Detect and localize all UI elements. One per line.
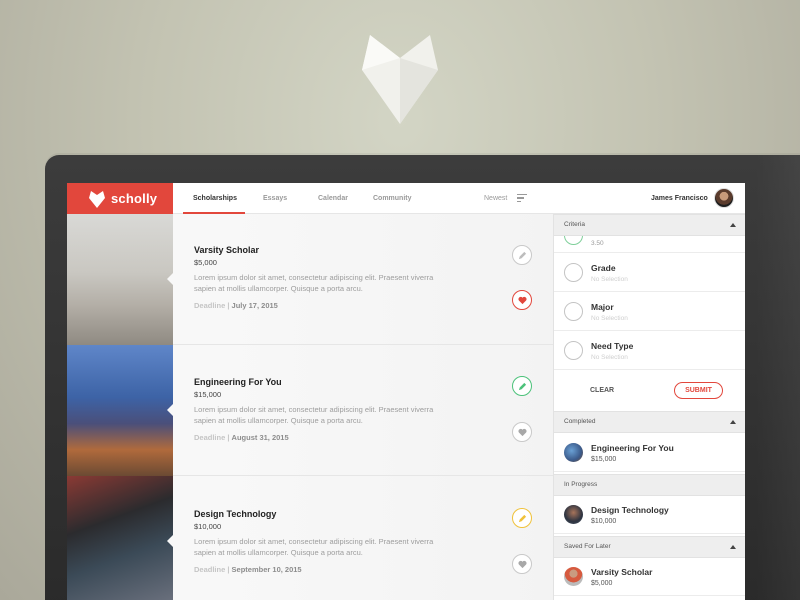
scholarship-image <box>67 214 174 345</box>
deadline-label: Deadline <box>194 301 226 310</box>
heart-outline-icon <box>517 428 527 436</box>
scholarship-deadline: Deadline | September 10, 2015 <box>194 565 302 574</box>
scholarship-title[interactable]: Varsity Scholar <box>194 245 259 255</box>
filter-sidebar: Criteria 3.50 Grade No Selection Major N… <box>553 214 745 600</box>
item-amount: $15,000 <box>591 456 617 463</box>
edit-button[interactable] <box>512 376 532 396</box>
deadline-label: Deadline <box>194 433 226 442</box>
scholarship-thumbnail <box>564 567 583 586</box>
in-progress-item[interactable]: Design Technology $10,000 <box>554 495 745 534</box>
criteria-header[interactable]: Criteria <box>554 214 745 236</box>
radio-button[interactable] <box>564 263 583 282</box>
item-title: Engineering For You <box>591 443 674 453</box>
scholarship-description: Lorem ipsum dolor sit amet, consectetur … <box>194 273 434 293</box>
scholarship-card[interactable]: Varsity Scholar $5,000 Lorem ipsum dolor… <box>67 214 553 345</box>
tab-essays[interactable]: Essays <box>263 183 287 214</box>
completed-header-label: Completed <box>564 418 596 425</box>
scholarship-title[interactable]: Engineering For You <box>194 377 282 387</box>
criteria-header-label: Criteria <box>564 221 585 228</box>
tab-community[interactable]: Community <box>373 183 412 214</box>
clear-button[interactable]: CLEAR <box>590 387 614 394</box>
sort-label[interactable]: Newest <box>484 183 507 214</box>
sort-icon[interactable] <box>517 194 527 203</box>
scholarship-amount: $15,000 <box>194 390 222 399</box>
criteria-item-gpa[interactable]: 3.50 <box>554 236 745 253</box>
collapse-icon[interactable] <box>730 545 736 549</box>
top-bar: scholly Scholarships Essays Calendar Com… <box>67 183 745 214</box>
item-amount: $10,000 <box>591 518 617 525</box>
in-progress-header[interactable]: In Progress <box>554 474 745 496</box>
radio-button[interactable] <box>564 236 583 245</box>
saved-item[interactable]: Varsity Scholar $5,000 <box>554 557 745 596</box>
in-progress-header-label: In Progress <box>564 481 598 488</box>
user-avatar[interactable] <box>714 188 734 208</box>
tab-calendar[interactable]: Calendar <box>318 183 348 214</box>
scholarship-amount: $10,000 <box>194 522 222 531</box>
favorite-button[interactable] <box>512 290 532 310</box>
heart-outline-icon <box>517 560 527 568</box>
item-amount: $5,000 <box>591 580 613 587</box>
brand-name: scholly <box>111 191 158 206</box>
tab-scholarships[interactable]: Scholarships <box>193 183 237 214</box>
saved-header-label: Saved For Later <box>564 543 611 550</box>
pencil-icon <box>518 382 526 390</box>
completed-item[interactable]: Engineering For You $15,000 <box>554 433 745 472</box>
deadline-date: September 10, 2015 <box>231 565 302 574</box>
scholly-heart-logo <box>362 35 438 124</box>
brand-logo[interactable]: scholly <box>67 183 173 214</box>
favorite-button[interactable] <box>512 554 532 574</box>
criteria-value: No Selection <box>591 276 628 283</box>
criteria-item-grade[interactable]: Grade No Selection <box>554 253 745 292</box>
scholarship-deadline: Deadline | August 31, 2015 <box>194 433 289 442</box>
completed-header[interactable]: Completed <box>554 411 745 433</box>
edit-button[interactable] <box>512 508 532 528</box>
pencil-icon <box>518 251 526 259</box>
item-title: Design Technology <box>591 505 669 515</box>
deadline-label: Deadline <box>194 565 226 574</box>
scholarship-image <box>67 476 174 600</box>
scholarship-title[interactable]: Design Technology <box>194 509 276 519</box>
scholarship-card[interactable]: Design Technology $10,000 Lorem ipsum do… <box>67 476 553 600</box>
scholarship-amount: $5,000 <box>194 258 217 267</box>
submit-button[interactable]: SUBMIT <box>674 382 723 399</box>
scholarship-description: Lorem ipsum dolor sit amet, consectetur … <box>194 537 434 557</box>
scholarship-thumbnail <box>564 443 583 462</box>
heart-logo-icon <box>89 190 105 208</box>
criteria-item-major[interactable]: Major No Selection <box>554 292 745 331</box>
radio-button[interactable] <box>564 302 583 321</box>
item-title: Varsity Scholar <box>591 567 653 577</box>
criteria-value: No Selection <box>591 354 628 361</box>
app-screen: scholly Scholarships Essays Calendar Com… <box>67 183 745 600</box>
edit-button[interactable] <box>512 245 532 265</box>
pencil-icon <box>518 514 526 522</box>
criteria-value: 3.50 <box>591 240 604 247</box>
criteria-label: Need Type <box>591 341 634 351</box>
saved-header[interactable]: Saved For Later <box>554 536 745 558</box>
criteria-value: No Selection <box>591 315 628 322</box>
collapse-icon[interactable] <box>730 223 736 227</box>
criteria-label: Grade <box>591 263 616 273</box>
deadline-date: August 31, 2015 <box>231 433 289 442</box>
scholarship-description: Lorem ipsum dolor sit amet, consectetur … <box>194 405 434 425</box>
deadline-date: July 17, 2015 <box>231 301 278 310</box>
criteria-item-need-type[interactable]: Need Type No Selection <box>554 331 745 370</box>
scholarship-image <box>67 345 174 476</box>
criteria-label: Major <box>591 302 614 312</box>
heart-filled-icon <box>517 296 527 304</box>
scholarship-list: Varsity Scholar $5,000 Lorem ipsum dolor… <box>67 214 553 600</box>
user-name[interactable]: James Francisco <box>651 183 708 214</box>
collapse-icon[interactable] <box>730 420 736 424</box>
scholarship-deadline: Deadline | July 17, 2015 <box>194 301 278 310</box>
favorite-button[interactable] <box>512 422 532 442</box>
radio-button[interactable] <box>564 341 583 360</box>
scholarship-card[interactable]: Engineering For You $15,000 Lorem ipsum … <box>67 345 553 476</box>
scholarship-thumbnail <box>564 505 583 524</box>
